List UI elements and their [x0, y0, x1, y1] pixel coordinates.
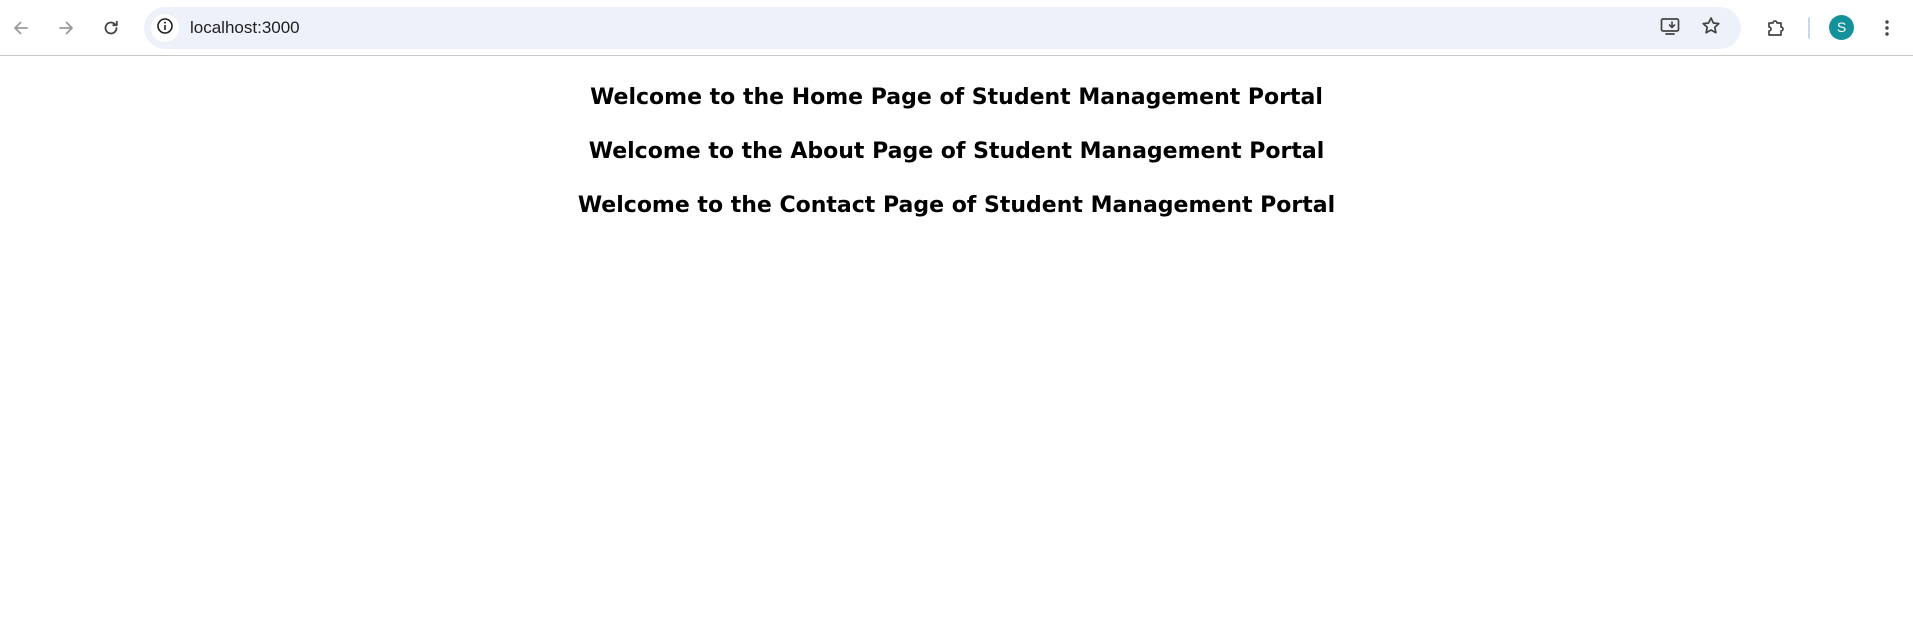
reload-icon: [101, 18, 121, 38]
home-heading: Welcome to the Home Page of Student Mana…: [590, 85, 1323, 110]
puzzle-icon: [1765, 17, 1787, 39]
install-app-icon: [1659, 15, 1681, 42]
star-icon: [1700, 15, 1722, 42]
contact-heading: Welcome to the Contact Page of Student M…: [577, 193, 1336, 218]
extensions-button[interactable]: [1759, 11, 1793, 45]
install-app-button[interactable]: [1658, 16, 1682, 40]
address-bar[interactable]: localhost:3000: [144, 7, 1741, 49]
info-icon: [156, 17, 174, 40]
reload-button[interactable]: [94, 11, 128, 45]
forward-button[interactable]: [49, 11, 83, 45]
about-heading: Welcome to the About Page of Student Man…: [588, 139, 1325, 164]
site-info-button[interactable]: [151, 14, 179, 42]
browser-toolbar: localhost:3000 S: [0, 0, 1913, 56]
browser-menu-button[interactable]: [1870, 11, 1904, 45]
url-text[interactable]: localhost:3000: [190, 18, 300, 38]
bookmark-button[interactable]: [1699, 16, 1723, 40]
arrow-left-icon: [11, 18, 31, 38]
kebab-menu-icon: [1877, 18, 1897, 38]
profile-avatar[interactable]: S: [1829, 15, 1854, 40]
back-button[interactable]: [4, 11, 38, 45]
arrow-right-icon: [56, 18, 76, 38]
toolbar-divider: [1808, 17, 1810, 39]
